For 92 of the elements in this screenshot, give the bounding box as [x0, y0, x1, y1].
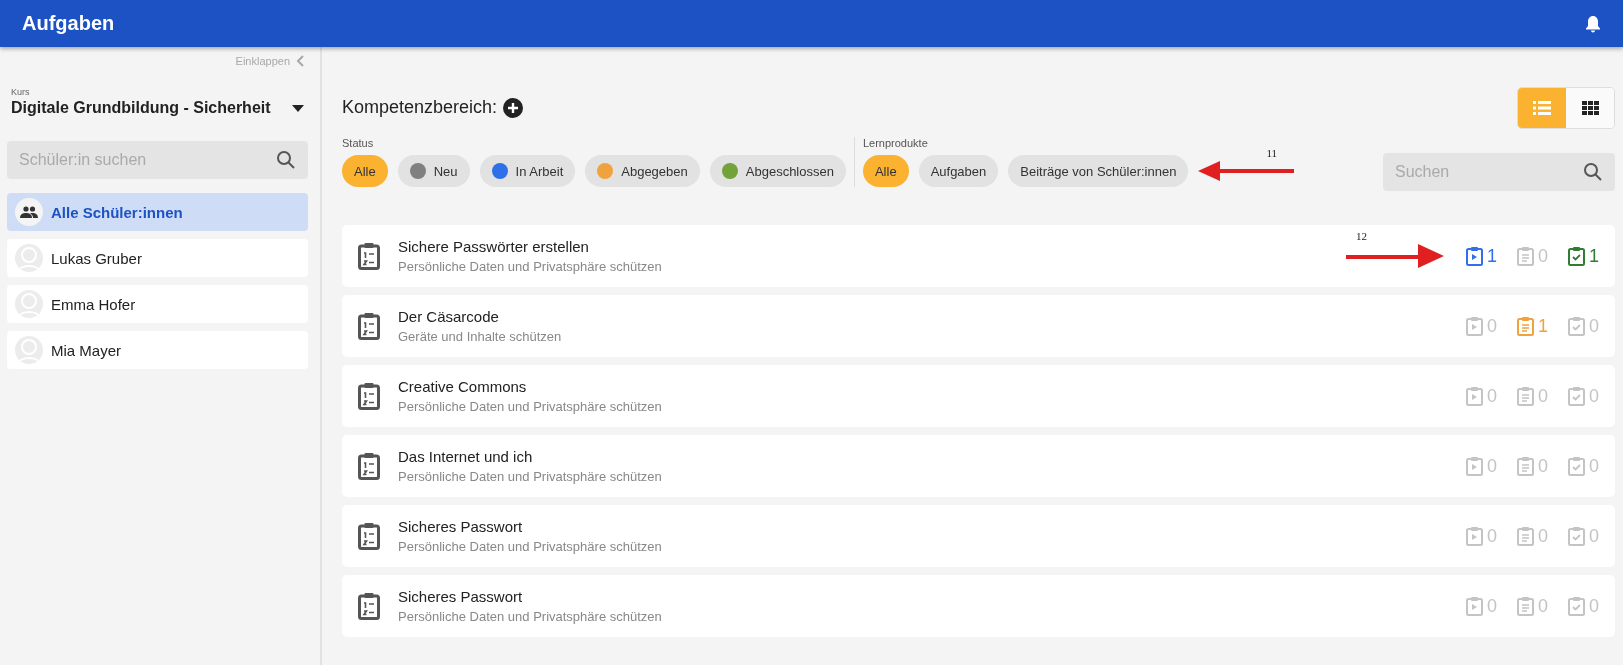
clipboard-check-icon [1568, 386, 1585, 406]
task-card[interactable]: Creative Commons Persönliche Daten und Privatsphäre schützen 0 0 0 [342, 365, 1615, 427]
task-card[interactable]: Sicheres Passwort Persönliche Daten und Privatsphäre schützen 0 0 0 [342, 575, 1615, 637]
clipboard-play-icon [1465, 456, 1483, 476]
task-title: Creative Commons [398, 378, 528, 395]
product-filter-chip[interactable]: Aufgaben [918, 155, 999, 187]
task-subtitle: Geräte und Inhalte schützen [398, 329, 563, 344]
status-filter-chip[interactable]: Abgeschlossen [709, 155, 846, 187]
task-card[interactable]: Das Internet und ich Persönliche Daten und Privatsphäre schützen 0 0 0 [342, 435, 1615, 497]
annotation-number: 11 [1266, 147, 1277, 159]
task-subtitle: Persönliche Daten und Privatsphäre schützen [398, 539, 663, 554]
clipboard-check-icon [1568, 456, 1585, 476]
grid-view-button[interactable] [1566, 88, 1614, 128]
status-counter: 1 [1465, 245, 1497, 267]
course-label: Kurs [11, 87, 31, 97]
clipboard-play-icon [1465, 386, 1483, 406]
status-counter: 0 [1465, 315, 1497, 337]
task-title: Sicheres Passwort [398, 588, 524, 605]
status-counter: 0 [1465, 595, 1497, 617]
add-icon[interactable] [503, 97, 524, 118]
clipboard-lines-icon [1516, 246, 1534, 266]
clipboard-lines-icon [1516, 526, 1534, 546]
clipboard-list-icon [358, 452, 380, 480]
filter-label: Lernprodukte [862, 137, 929, 149]
product-filter-chip[interactable]: Beiträge von Schüler:innen [1008, 155, 1189, 187]
status-filter-chip[interactable]: Neu [397, 155, 470, 187]
task-subtitle: Persönliche Daten und Privatsphäre schützen [398, 469, 663, 484]
search-field[interactable]: Suchen [1383, 153, 1615, 191]
clipboard-list-icon [358, 242, 380, 270]
status-counter: 0 [1568, 455, 1599, 477]
clipboard-lines-icon [1516, 316, 1534, 336]
clipboard-play-icon [1465, 316, 1483, 336]
task-card[interactable]: Der Cäsarcode Geräte und Inhalte schützen 0 1 0 [342, 295, 1615, 357]
status-counter: 1 [1516, 315, 1548, 337]
task-title: Der Cäsarcode [398, 308, 500, 325]
task-subtitle: Persönliche Daten und Privatsphäre schützen [398, 609, 663, 624]
task-subtitle: Persönliche Daten und Privatsphäre schützen [398, 399, 663, 414]
dropdown-caret-icon[interactable] [292, 104, 304, 112]
clipboard-lines-icon [1516, 386, 1534, 406]
annotation-number: 12 [1355, 230, 1367, 242]
status-filter-chip[interactable]: Alle [342, 155, 388, 187]
status-counter: 0 [1516, 455, 1548, 477]
search-icon[interactable] [1583, 162, 1603, 182]
task-card[interactable]: Sicheres Passwort Persönliche Daten und Privatsphäre schützen 0 0 0 [342, 505, 1615, 567]
status-counter: 0 [1465, 385, 1497, 407]
clipboard-play-icon [1465, 596, 1483, 616]
status-counter: 0 [1465, 455, 1497, 477]
student-list-item[interactable]: Alle Schüler:innen [7, 193, 308, 231]
clipboard-lines-icon [1516, 456, 1534, 476]
clipboard-list-icon [358, 592, 380, 620]
product-filter-chip[interactable]: Alle [862, 155, 909, 187]
clipboard-lines-icon [1516, 596, 1534, 616]
grid-icon [1581, 101, 1599, 115]
chevron-left-icon [296, 55, 304, 67]
student-list-item[interactable]: Lukas Gruber [7, 239, 308, 277]
status-counter: 0 [1516, 245, 1548, 267]
bell-icon[interactable] [1585, 14, 1601, 33]
clipboard-check-icon [1568, 316, 1585, 336]
status-counter: 0 [1516, 525, 1548, 547]
list-icon [1533, 101, 1551, 115]
status-counter: 0 [1568, 385, 1599, 407]
page-title: Aufgaben [22, 12, 115, 35]
status-counter: 1 [1568, 245, 1599, 267]
course-name: Digitale Grundbildung - Sicherheit [11, 99, 271, 117]
competence-label: Kompetenzbereich: [342, 97, 498, 118]
status-counter: 0 [1568, 315, 1599, 337]
people-icon [20, 206, 38, 218]
status-counter: 0 [1568, 595, 1599, 617]
search-icon[interactable] [276, 150, 296, 170]
filter-label: Status [342, 137, 375, 149]
student-search-field[interactable]: Schüler:in suchen [7, 141, 308, 179]
task-subtitle: Persönliche Daten und Privatsphäre schützen [398, 259, 663, 274]
task-card[interactable]: Sichere Passwörter erstellen Persönliche Daten und Privatsphäre schützen 12 1 0 1 [342, 225, 1615, 287]
clipboard-play-icon [1465, 246, 1483, 266]
task-title: Sichere Passwörter erstellen [398, 238, 590, 255]
task-title: Sicheres Passwort [398, 518, 524, 535]
clipboard-list-icon [358, 312, 380, 340]
task-title: Das Internet und ich [398, 448, 534, 465]
clipboard-check-icon [1568, 596, 1585, 616]
student-list-item[interactable]: Mia Mayer [7, 331, 308, 369]
clipboard-list-icon [358, 382, 380, 410]
status-filter-chip[interactable]: In Arbeit [479, 155, 576, 187]
status-counter: 0 [1516, 385, 1548, 407]
student-list-item[interactable]: Emma Hofer [7, 285, 308, 323]
status-filter-chip[interactable]: Abgegeben [585, 155, 700, 187]
status-counter: 0 [1568, 525, 1599, 547]
status-counter: 0 [1516, 595, 1548, 617]
clipboard-play-icon [1465, 526, 1483, 546]
clipboard-list-icon [358, 522, 380, 550]
clipboard-check-icon [1568, 246, 1585, 266]
status-counter: 0 [1465, 525, 1497, 547]
clipboard-check-icon [1568, 526, 1585, 546]
